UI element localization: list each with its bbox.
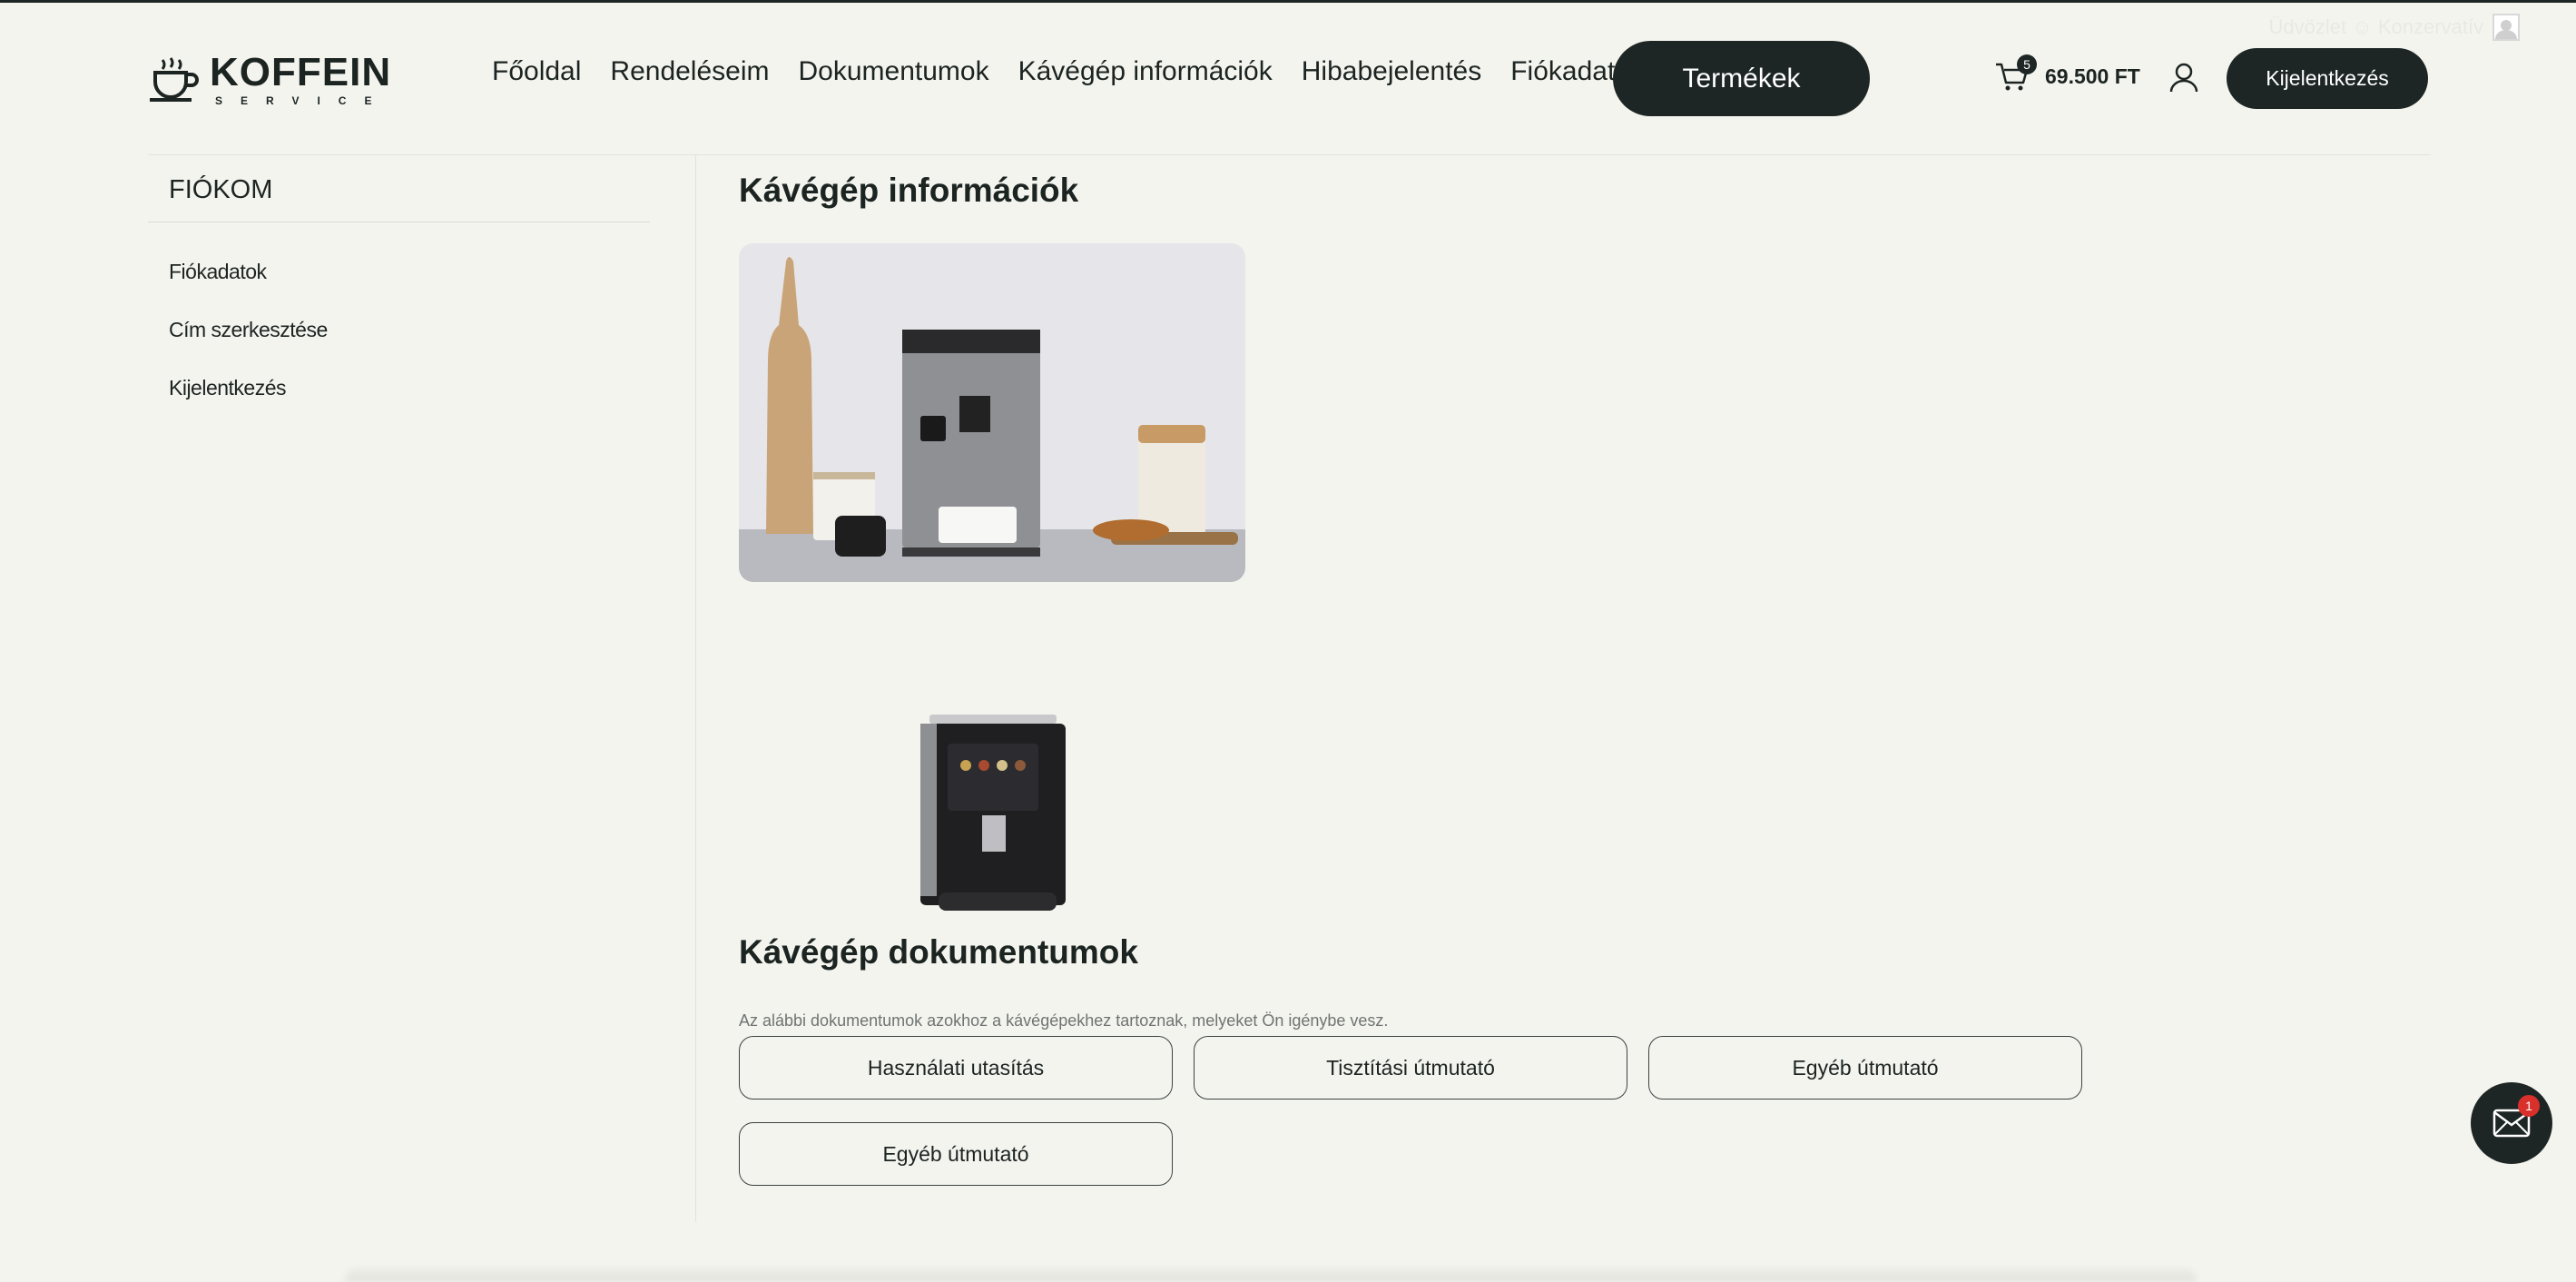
account-sidebar: FIÓKOM Fiókadatok Cím szerkesztése Kijel… bbox=[148, 155, 650, 417]
nav-rendeleseim[interactable]: Rendeléseim bbox=[610, 56, 769, 87]
avatar[interactable] bbox=[2492, 14, 2520, 41]
sidebar-item-fiokadatok[interactable]: Fiókadatok bbox=[148, 242, 650, 301]
chat-badge: 1 bbox=[2518, 1095, 2540, 1117]
docs-title: Kávégép dokumentumok bbox=[739, 933, 1138, 971]
chat-button[interactable]: 1 bbox=[2471, 1082, 2552, 1164]
nav-dokumentumok[interactable]: Dokumentumok bbox=[799, 56, 989, 87]
main-nav: Főoldal Rendeléseim Dokumentumok Kávégép… bbox=[492, 56, 1644, 87]
doc-button-egyeb-utmutato[interactable]: Egyéb útmutató bbox=[1648, 1036, 2082, 1100]
site-header: KOFFEIN SERVICE Főoldal Rendeléseim Doku… bbox=[0, 0, 2576, 154]
brand-subtitle: SERVICE bbox=[215, 94, 390, 107]
coffee-machine-photo bbox=[739, 243, 1245, 582]
doc-button-tisztitasi-utmutato[interactable]: Tisztítási útmutató bbox=[1194, 1036, 1627, 1100]
docs-description: Az alábbi dokumentumok azokhoz a kávégép… bbox=[739, 1011, 1389, 1030]
coffee-cup-icon bbox=[150, 56, 199, 102]
nav-fooldal[interactable]: Főoldal bbox=[492, 56, 581, 87]
cart-widget[interactable]: 5 69.500 FT bbox=[1994, 54, 2140, 94]
sidebar-menu: Fiókadatok Cím szerkesztése Kijelentkezé… bbox=[148, 222, 650, 417]
logout-button[interactable]: Kijelentkezés bbox=[2227, 48, 2428, 109]
sidebar-divider bbox=[695, 155, 696, 1222]
products-button[interactable]: Termékek bbox=[1613, 41, 1870, 116]
cart-total: 69.500 FT bbox=[2045, 64, 2140, 88]
greeting: Üdvözlet ☺ Konzervatív bbox=[2269, 14, 2520, 41]
cart-icon[interactable]: 5 bbox=[1994, 54, 2037, 94]
sidebar-title: FIÓKOM bbox=[148, 155, 650, 222]
page-title: Kávégép információk bbox=[739, 172, 1079, 209]
sidebar-item-kijelentkezes[interactable]: Kijelentkezés bbox=[148, 359, 650, 417]
nav-kavegep-informaciok[interactable]: Kávégép információk bbox=[1018, 56, 1273, 87]
doc-button-hasznalati-utasitas[interactable]: Használati utasítás bbox=[739, 1036, 1173, 1100]
user-icon[interactable] bbox=[2168, 62, 2199, 93]
doc-button-egyeb-utmutato-2[interactable]: Egyéb útmutató bbox=[739, 1122, 1173, 1186]
footer-shadow bbox=[345, 1267, 2197, 1282]
cart-count-badge: 5 bbox=[2017, 54, 2037, 74]
nav-hibabejelentes[interactable]: Hibabejelentés bbox=[1302, 56, 1481, 87]
sidebar-item-cim-szerkesztese[interactable]: Cím szerkesztése bbox=[148, 301, 650, 359]
koffein-logo[interactable]: KOFFEIN SERVICE bbox=[148, 53, 391, 106]
greeting-text: Üdvözlet ☺ Konzervatív bbox=[2268, 15, 2483, 38]
coffee-machine-image bbox=[911, 711, 1084, 920]
brand-name: KOFFEIN bbox=[210, 50, 392, 94]
